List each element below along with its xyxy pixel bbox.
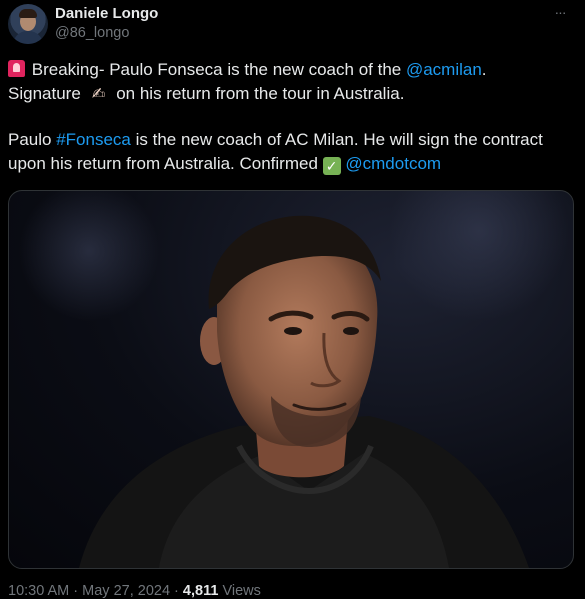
tweet-text: Breaking- Paulo Fonseca is the new coach… bbox=[8, 58, 578, 175]
hashtag-fonseca-link[interactable]: #Fonseca bbox=[56, 130, 131, 149]
author-display-name[interactable]: Daniele Longo bbox=[55, 5, 158, 22]
tweet[interactable]: Daniele Longo @86_longo ··· Breaking- Pa… bbox=[0, 0, 585, 599]
avatar-hair bbox=[19, 9, 37, 18]
tweet-text-segment: Paulo bbox=[8, 130, 57, 149]
tweet-line-4: upon his return from Australia. Confirme… bbox=[8, 152, 578, 176]
tweet-meta: 10:30 AM · May 27, 2024 · 4,811 Views bbox=[8, 583, 261, 599]
tweet-line-3: Paulo #Fonseca is the new coach of AC Mi… bbox=[8, 128, 578, 152]
meta-separator: · bbox=[170, 583, 183, 599]
more-options-button[interactable]: ··· bbox=[549, 4, 571, 20]
tweet-line-2: Signature ✍ on his return from the tour … bbox=[8, 82, 578, 106]
tweet-time[interactable]: 10:30 AM bbox=[8, 583, 69, 599]
views-label: Views bbox=[218, 583, 261, 599]
writing-hand-icon: ✍ bbox=[91, 83, 106, 103]
author-handle[interactable]: @86_longo bbox=[55, 25, 129, 41]
rotating-light-icon bbox=[8, 60, 25, 77]
avatar-body bbox=[13, 31, 43, 44]
mention-acmilan-link[interactable]: @acmilan bbox=[406, 60, 482, 79]
tweet-text-segment: is the new coach of AC Milan. He will si… bbox=[130, 130, 543, 149]
avatar[interactable] bbox=[8, 4, 48, 44]
tweet-text-segment: on his return from the tour in Australia… bbox=[111, 83, 405, 103]
tweet-text-segment: Breaking- Paulo Fonseca is the new coach… bbox=[31, 60, 406, 79]
tweet-date[interactable]: May 27, 2024 bbox=[82, 583, 170, 599]
coach-portrait-photo bbox=[19, 191, 569, 568]
more-horizontal-icon: ··· bbox=[554, 4, 567, 20]
tweet-line-1: Breaking- Paulo Fonseca is the new coach… bbox=[8, 58, 578, 82]
tweet-photo[interactable] bbox=[8, 190, 574, 569]
meta-separator: · bbox=[69, 583, 83, 599]
mention-cmdotcom-link[interactable]: @cmdotcom bbox=[345, 154, 441, 173]
views-count: 4,811 bbox=[182, 583, 219, 599]
tweet-text-segment: upon his return from Australia. Confirme… bbox=[8, 153, 323, 173]
tweet-text-segment: . bbox=[481, 60, 487, 79]
check-mark-button-icon: ✓ bbox=[322, 156, 341, 175]
tweet-text-segment: Signature bbox=[8, 83, 86, 103]
